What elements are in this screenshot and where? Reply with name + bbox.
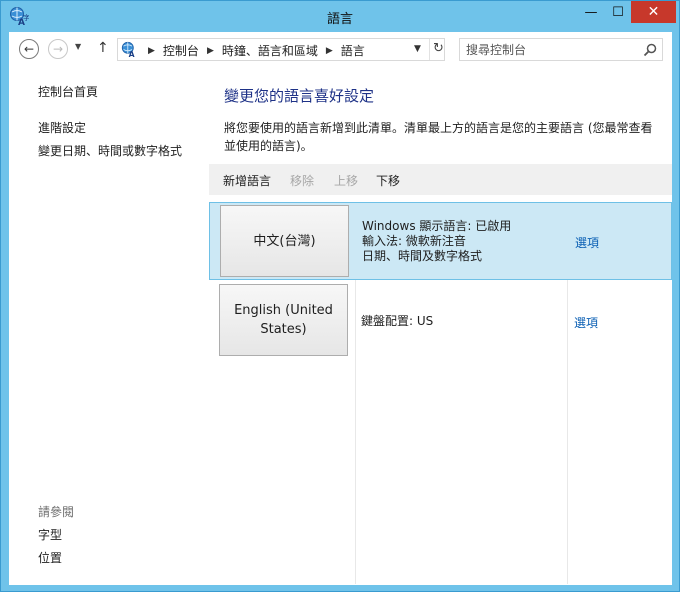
close-button[interactable]: ✕ xyxy=(631,1,676,23)
language-tile[interactable]: 中文(台灣) xyxy=(220,205,349,277)
search-box[interactable] xyxy=(459,38,663,61)
move-up-button[interactable]: 上移 xyxy=(334,172,358,189)
language-info-line: 日期、時間及數字格式 xyxy=(362,249,483,263)
search-icon[interactable] xyxy=(642,42,658,58)
minimize-icon: — xyxy=(584,4,598,20)
chevron-right-icon[interactable]: ▶ xyxy=(207,46,214,56)
move-down-button[interactable]: 下移 xyxy=(376,172,400,189)
chevron-right-icon[interactable]: ▶ xyxy=(326,46,333,56)
language-row[interactable]: English (United States) 鍵盤配置: US 選項 xyxy=(209,283,672,361)
title-bar[interactable]: A 字 語言 — ☐ ✕ xyxy=(1,1,679,33)
language-info: 鍵盤配置: US xyxy=(361,314,433,329)
remove-button[interactable]: 移除 xyxy=(290,172,314,189)
language-tile[interactable]: English (United States) xyxy=(219,284,348,356)
see-also-heading: 請參閱 xyxy=(38,505,75,519)
back-button[interactable]: ← xyxy=(19,39,39,59)
sidebar-link-advanced-settings[interactable]: 進階設定 xyxy=(38,119,86,136)
maximize-icon: ☐ xyxy=(612,4,624,20)
breadcrumb-control-panel[interactable]: 控制台 xyxy=(163,42,199,59)
maximize-button[interactable]: ☐ xyxy=(605,1,631,23)
minimize-button[interactable]: — xyxy=(577,1,605,23)
chevron-down-icon: ▼ xyxy=(414,44,421,54)
back-arrow-icon: ← xyxy=(23,42,35,56)
page-title: 變更您的語言喜好設定 xyxy=(224,87,375,105)
forward-arrow-icon: → xyxy=(52,42,64,56)
breadcrumb-language[interactable]: 語言 xyxy=(341,42,365,59)
navigation-bar: ← → ▼ ↑ A ▶ 控制台 ▶ 時鐘、語言和區域 ▶ 語言 ▼ ↻ 搜尋控制… xyxy=(9,32,672,66)
address-dropdown-button[interactable]: ▼ xyxy=(414,44,421,54)
refresh-button[interactable]: ↻ xyxy=(433,41,444,56)
close-icon: ✕ xyxy=(647,4,660,20)
chevron-right-icon[interactable]: ▶ xyxy=(148,46,155,56)
chevron-down-icon: ▼ xyxy=(75,42,82,51)
language-info-line: 鍵盤配置: US xyxy=(361,314,434,328)
breadcrumb-clock-language-region[interactable]: 時鐘、語言和區域 xyxy=(222,42,318,59)
forward-button[interactable]: → xyxy=(48,39,68,59)
address-bar[interactable]: A ▶ 控制台 ▶ 時鐘、語言和區域 ▶ 語言 ▼ ↻ xyxy=(117,38,445,61)
language-options-link[interactable]: 選項 xyxy=(574,314,598,331)
search-input[interactable] xyxy=(466,41,636,58)
sidebar-link-control-panel-home[interactable]: 控制台首頁 xyxy=(38,83,98,100)
up-button[interactable]: ↑ xyxy=(97,40,109,56)
see-also-link-fonts[interactable]: 字型 xyxy=(38,526,62,543)
svg-text:A: A xyxy=(129,50,135,58)
language-toolbar: 新增語言 移除 上移 下移 xyxy=(209,164,672,195)
window-content: ← → ▼ ↑ A ▶ 控制台 ▶ 時鐘、語言和區域 ▶ 語言 ▼ ↻ 搜尋控制… xyxy=(9,32,672,585)
language-options-link[interactable]: 選項 xyxy=(575,234,599,251)
window: A 字 語言 — ☐ ✕ ← → ▼ ↑ A ▶ 控制台 ▶ 時鐘、語言和區域 … xyxy=(0,0,680,592)
language-info-line: Windows 顯示語言: 已啟用 xyxy=(362,219,512,233)
page-description: 將您要使用的語言新增到此清單。清單最上方的語言是您的主要語言 (您最常查看並使用… xyxy=(224,121,653,153)
language-info-line: 輸入法: 微軟新注音 xyxy=(362,234,466,248)
refresh-icon: ↻ xyxy=(433,41,444,56)
address-divider xyxy=(429,39,430,60)
add-language-button[interactable]: 新增語言 xyxy=(223,172,271,189)
sidebar-link-change-date-time-format[interactable]: 變更日期、時間或數字格式 xyxy=(38,142,182,159)
breadcrumb: ▶ 控制台 ▶ 時鐘、語言和區域 ▶ 語言 xyxy=(140,42,365,59)
recent-locations-button[interactable]: ▼ xyxy=(75,42,81,51)
see-also-link-location[interactable]: 位置 xyxy=(38,549,62,566)
language-icon: A xyxy=(121,41,135,58)
up-arrow-icon: ↑ xyxy=(97,40,109,56)
language-row[interactable]: 中文(台灣) Windows 顯示語言: 已啟用 輸入法: 微軟新注音 日期、時… xyxy=(209,202,672,280)
language-info: Windows 顯示語言: 已啟用 輸入法: 微軟新注音 日期、時間及數字格式 xyxy=(362,219,511,264)
